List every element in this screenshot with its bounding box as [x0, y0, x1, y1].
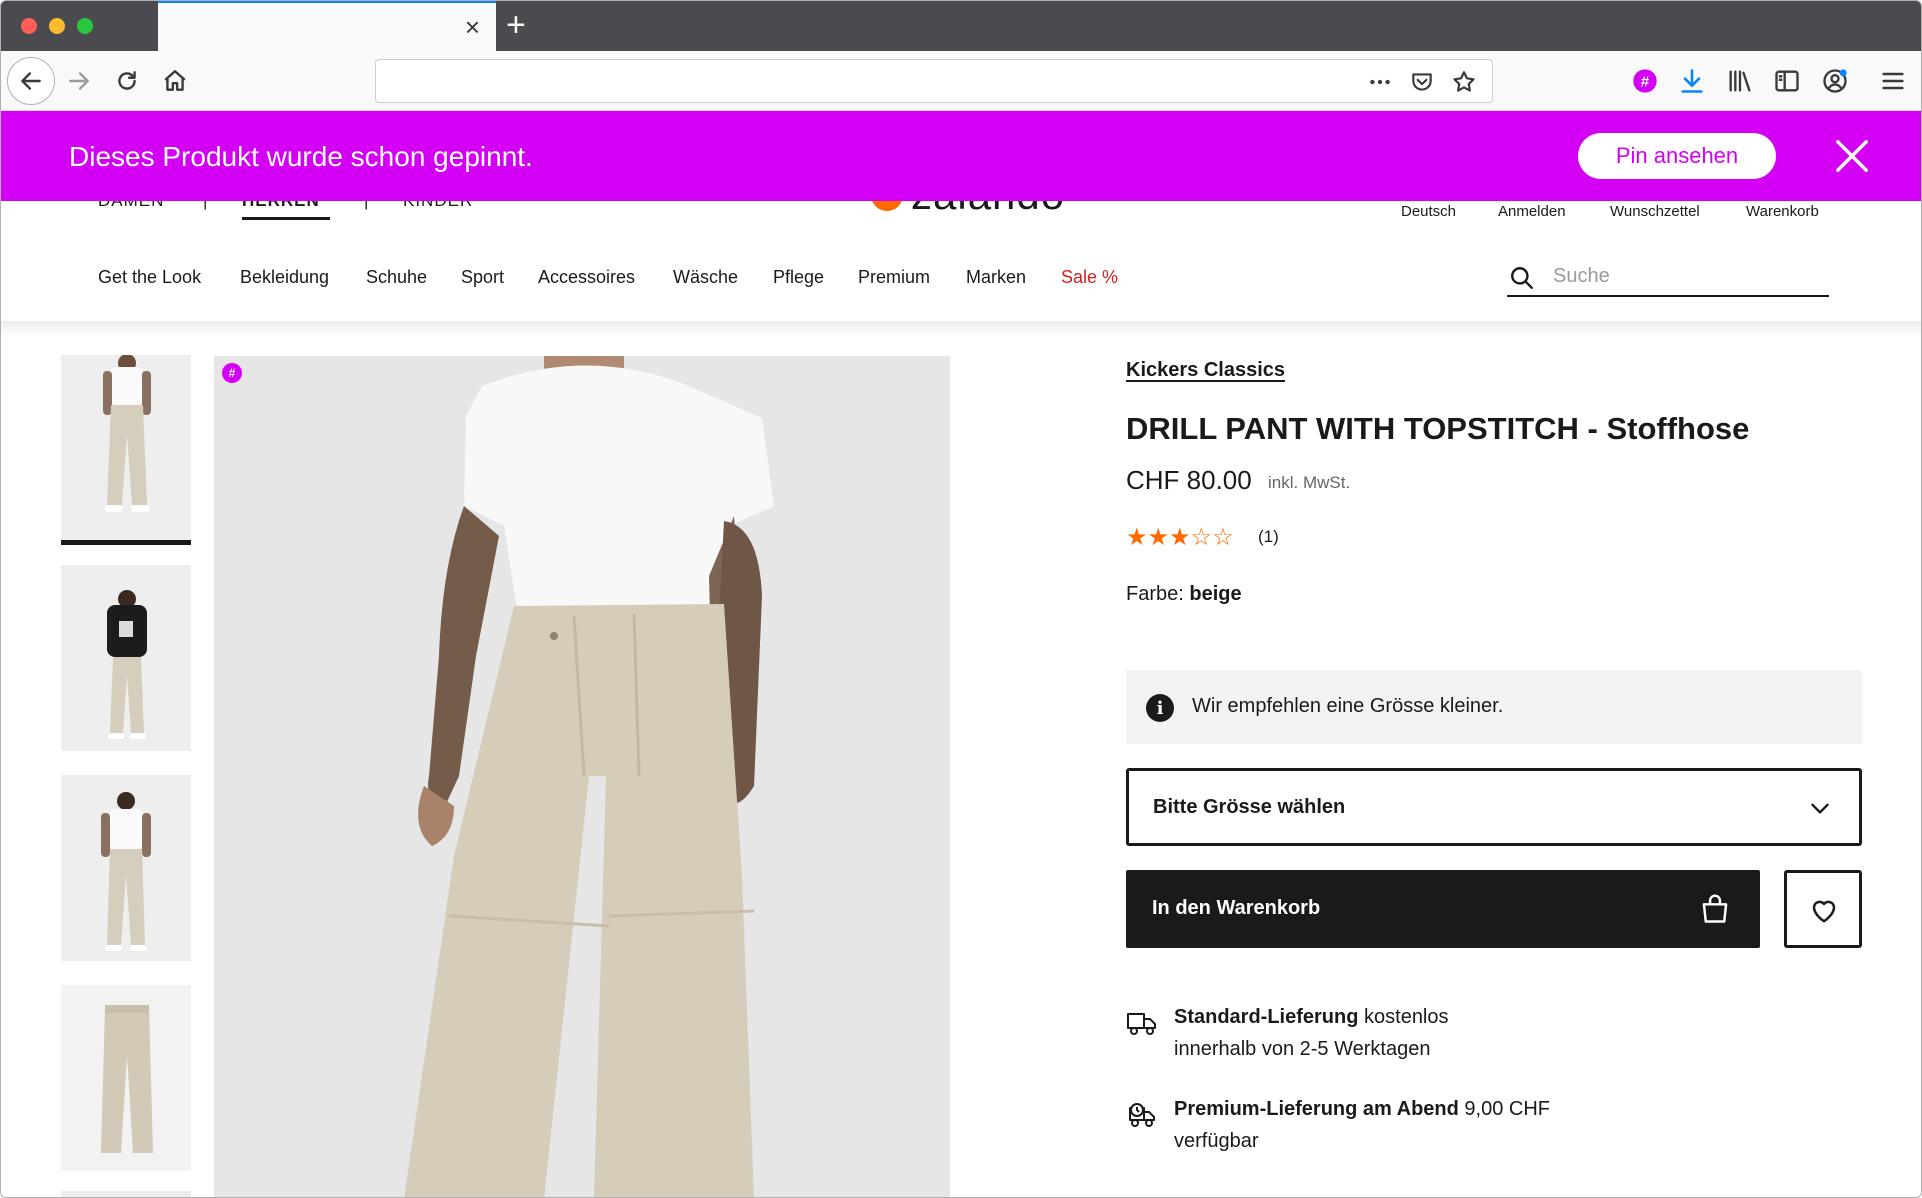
cart-link[interactable]: Warenkorb	[1746, 203, 1819, 220]
new-tab-button[interactable]: +	[506, 8, 526, 42]
color-label: Farbe:	[1126, 583, 1184, 605]
login-link[interactable]: Anmelden	[1498, 203, 1566, 220]
color-value: beige	[1189, 583, 1242, 605]
thumbnail-5[interactable]	[61, 1191, 191, 1197]
navigation-toolbar: #	[1, 51, 1921, 111]
close-window-button[interactable]	[21, 18, 37, 34]
header-shadow	[1, 321, 1921, 337]
thumbnail-2[interactable]	[61, 565, 191, 751]
pin-banner-message: Dieses Produkt wurde schon gepinnt.	[69, 141, 533, 172]
pocket-icon[interactable]	[1408, 68, 1436, 96]
delivery-truck-icon	[1127, 1013, 1156, 1035]
add-to-wishlist-button[interactable]	[1784, 870, 1862, 948]
sidebar-icon[interactable]	[1771, 65, 1803, 97]
product-price: CHF 80.00	[1126, 465, 1252, 495]
pinterest-extension-icon[interactable]: #	[1629, 65, 1661, 97]
category-get-the-look[interactable]: Get the Look	[98, 267, 201, 288]
thumbnail-4[interactable]	[61, 985, 191, 1171]
active-nav-underline	[242, 217, 330, 220]
delivery-premium-line2: verfügbar	[1174, 1130, 1259, 1152]
product-title: DRILL PANT WITH TOPSTITCH - Stoffhose	[1126, 411, 1750, 446]
view-pin-button[interactable]: Pin ansehen	[1578, 133, 1776, 179]
size-select-label: Bitte Grösse wählen	[1153, 796, 1346, 818]
active-tab[interactable]: ×	[158, 1, 496, 51]
thumbnail-image	[61, 355, 191, 541]
chevron-down-icon	[1811, 803, 1829, 814]
size-select[interactable]: Bitte Grösse wählen	[1126, 768, 1862, 846]
category-sport[interactable]: Sport	[461, 267, 504, 288]
tab-bar: × +	[1, 1, 1921, 51]
thumbnail-selected-indicator	[61, 540, 191, 545]
minimize-window-button[interactable]	[49, 18, 65, 34]
reload-icon	[118, 71, 136, 90]
category-pflege[interactable]: Pflege	[773, 267, 824, 288]
language-link[interactable]: Deutsch	[1401, 203, 1456, 220]
library-icon[interactable]	[1724, 65, 1756, 97]
maximize-window-button[interactable]	[77, 18, 93, 34]
category-waesche[interactable]: Wäsche	[673, 267, 738, 288]
url-bar[interactable]	[375, 59, 1493, 103]
search-icon	[1511, 267, 1533, 289]
browser-window: × + # Dieses Produkt wurde schon gepinnt…	[0, 0, 1922, 1198]
page-actions-icon[interactable]	[1366, 68, 1394, 96]
color-info: Farbe: beige	[1126, 583, 1242, 606]
thumbnail-1[interactable]	[61, 355, 191, 541]
heart-icon	[1812, 900, 1836, 923]
thumbnail-image	[61, 985, 191, 1171]
add-to-cart-label: In den Warenkorb	[1152, 897, 1321, 919]
pin-marker-icon[interactable]: #	[222, 363, 242, 383]
thumbnail-image	[61, 775, 191, 961]
reload-button[interactable]	[105, 59, 149, 103]
express-delivery-icon	[1129, 1103, 1155, 1127]
rating-stars[interactable]: ★★★☆☆	[1126, 523, 1234, 552]
delivery-premium-line1: Premium-Lieferung am Abend 9,00 CHF	[1174, 1098, 1550, 1121]
delivery-premium-title: Premium-Lieferung am Abend	[1174, 1098, 1459, 1120]
forward-button[interactable]	[57, 59, 101, 103]
shopping-bag-icon	[1702, 894, 1728, 923]
close-icon[interactable]	[1833, 137, 1871, 175]
download-icon[interactable]	[1676, 65, 1708, 97]
main-product-image[interactable]	[214, 356, 950, 1197]
arrow-right-icon	[69, 72, 89, 90]
home-button[interactable]	[153, 59, 197, 103]
pin-notification-banner: Dieses Produkt wurde schon gepinnt. Pin …	[1, 111, 1921, 201]
bookmark-star-icon[interactable]	[1450, 68, 1478, 96]
category-marken[interactable]: Marken	[966, 267, 1026, 288]
delivery-standard-title: Standard-Lieferung	[1174, 1006, 1359, 1028]
size-hint-text: Wir empfehlen eine Grösse kleiner.	[1192, 695, 1504, 717]
account-icon[interactable]	[1819, 65, 1851, 97]
add-to-cart-button[interactable]: In den Warenkorb	[1126, 870, 1760, 948]
home-icon	[164, 70, 186, 91]
review-count[interactable]: (1)	[1258, 527, 1279, 547]
price-tax-note: inkl. MwSt.	[1268, 473, 1351, 492]
menu-icon[interactable]	[1877, 65, 1909, 97]
search-field[interactable]: Suche	[1507, 257, 1829, 297]
wishlist-link[interactable]: Wunschzettel	[1610, 203, 1700, 220]
tab-close-icon[interactable]: ×	[465, 14, 480, 40]
back-button[interactable]	[7, 57, 55, 105]
category-schuhe[interactable]: Schuhe	[366, 267, 427, 288]
info-icon: i	[1146, 694, 1174, 722]
delivery-premium-price: 9,00 CHF	[1458, 1098, 1551, 1120]
brand-link[interactable]: Kickers Classics	[1126, 359, 1285, 382]
delivery-standard-line1: Standard-Lieferung kostenlos	[1174, 1006, 1449, 1029]
arrow-left-icon	[21, 72, 41, 90]
category-accessoires[interactable]: Accessoires	[538, 267, 635, 288]
category-premium[interactable]: Premium	[858, 267, 930, 288]
delivery-standard-price: kostenlos	[1358, 1006, 1449, 1028]
thumbnail-image	[61, 565, 191, 751]
search-placeholder: Suche	[1553, 265, 1610, 287]
svg-text:#: #	[1641, 73, 1650, 90]
size-hint-box: i Wir empfehlen eine Grösse kleiner.	[1126, 670, 1862, 744]
category-bekleidung[interactable]: Bekleidung	[240, 267, 329, 288]
delivery-standard-line2: innerhalb von 2-5 Werktagen	[1174, 1038, 1431, 1060]
category-sale[interactable]: Sale %	[1061, 267, 1118, 288]
product-photo	[214, 356, 950, 1197]
thumbnail-3[interactable]	[61, 775, 191, 961]
